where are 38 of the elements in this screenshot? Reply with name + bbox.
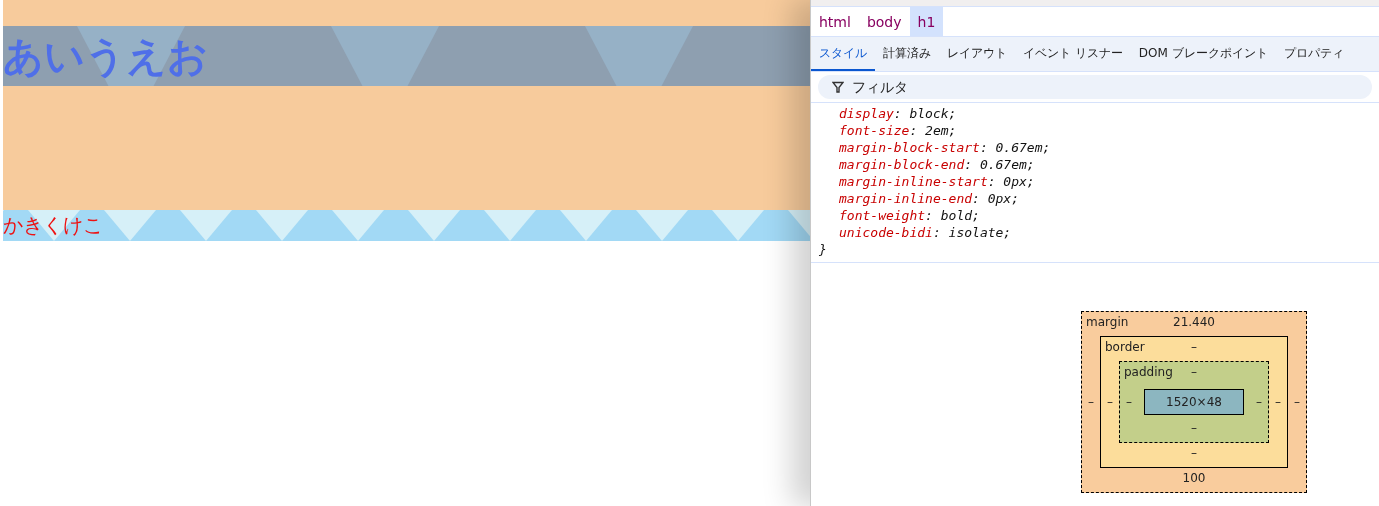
css-declaration: margin-block-end: 0.67em; [838,156,1036,173]
page-subheading: かきくけこ [3,213,103,238]
css-declaration: margin-inline-end: 0px; [838,190,1021,207]
closing-brace: } [819,241,828,258]
css-declaration: font-weight: bold; [838,207,981,224]
css-declaration: unicode-bidi: isolate; [838,224,1013,241]
top-value: – [1191,340,1197,356]
right-value: – [1256,395,1262,409]
layer-label: margin [1086,315,1129,331]
panel-tab[interactable]: レイアウト [939,37,1015,71]
breadcrumb-item[interactable]: body [858,7,910,36]
right-value: – [1294,395,1300,409]
css-declaration: display: block; [838,105,958,122]
layer-label: border [1105,340,1145,356]
page-heading: あいうえお [3,33,208,80]
top-value: 21.440 [1173,315,1215,331]
panel-tab[interactable]: スタイル [811,37,875,71]
panel-tab[interactable]: イベント リスナー [1015,37,1131,71]
panel-tab[interactable]: プロパティ [1275,37,1352,71]
bottom-value: – [1191,446,1197,462]
panel-tab[interactable]: DOM ブレークポイント [1130,37,1276,71]
css-declaration: margin-inline-start: 0px; [838,173,1036,190]
left-value: – [1107,395,1113,409]
filter-field[interactable]: フィルタ [818,75,1372,99]
left-value: – [1088,395,1094,409]
breadcrumb-item[interactable]: h1 [909,7,944,36]
bottom-value: 100 [1182,471,1206,487]
panel-tab[interactable]: 計算済み [875,37,939,71]
css-declaration: font-size: 2em; [838,122,958,139]
breadcrumb-item[interactable]: html [811,7,859,36]
right-value: – [1275,395,1281,409]
filter-icon [832,81,844,93]
layer-label: padding [1124,365,1173,381]
bottom-value: – [1191,421,1197,437]
left-value: – [1126,395,1132,409]
content-size: 1520×48 [1144,389,1244,415]
css-declaration: margin-block-start: 0.67em; [838,139,1052,156]
top-value: – [1191,365,1197,381]
